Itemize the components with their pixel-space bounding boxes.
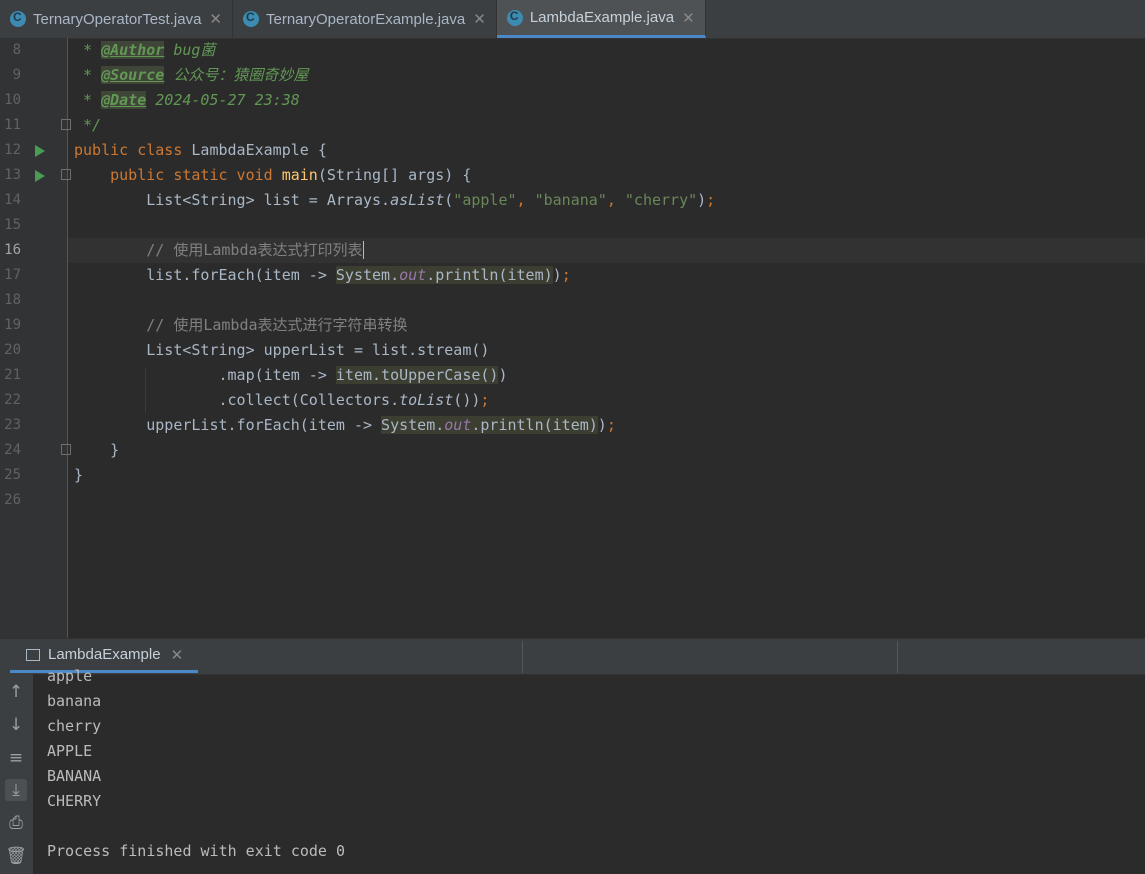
code-line: * @Author bug菌 [74, 41, 216, 59]
line-number: 25 [4, 467, 21, 483]
code-line: .map(item -> item.toUpperCase()) [74, 366, 508, 384]
tab-ternary-operator-test[interactable]: TernaryOperatorTest.java ✕ [0, 0, 233, 38]
doc-value: 公众号：猿圈奇妙屋 [173, 66, 309, 84]
line-number: 26 [4, 492, 21, 508]
code-line: List<String> upperList = list.stream() [74, 341, 490, 359]
comment: // 使用Lambda表达式打印列表 [146, 241, 363, 259]
tab-label: LambdaExample.java [529, 9, 675, 26]
code-line: upperList.forEach(item -> System.out.pri… [74, 416, 616, 434]
string-literal: "banana" [534, 191, 607, 209]
run-arrow-icon[interactable] [35, 145, 45, 157]
code-line: public static void main(String[] args) { [110, 166, 472, 184]
code-line: * @Date 2024-05-27 23:38 [74, 91, 300, 109]
line-number: 12 [4, 142, 21, 158]
line-number: 20 [4, 342, 21, 358]
line-number: 9 [12, 67, 21, 83]
line-number: 17 [4, 267, 21, 283]
soft-wrap-icon[interactable]: ≡ [5, 747, 27, 769]
java-class-icon [242, 10, 259, 27]
code-line: List<String> list = Arrays.asList("apple… [74, 191, 716, 209]
comment-end: */ [83, 116, 102, 134]
run-tab-label: LambdaExample [48, 646, 161, 663]
line-number-current: 16 [4, 242, 21, 258]
close-icon[interactable]: ✕ [171, 646, 184, 664]
print-icon[interactable]: ⎙ [5, 812, 27, 834]
code-line-current: // 使用Lambda表达式打印列表 [74, 238, 364, 263]
code-line: list.forEach(item -> System.out.println(… [74, 266, 571, 284]
line-number: 14 [4, 192, 21, 208]
run-arrow-icon[interactable] [35, 170, 45, 182]
doc-tag: @Author [101, 41, 165, 59]
tab-ternary-operator-example[interactable]: TernaryOperatorExample.java ✕ [233, 0, 497, 38]
line-number: 11 [4, 117, 21, 133]
line-number: 13 [4, 167, 21, 183]
code-line: * @Source 公众号：猿圈奇妙屋 [74, 66, 309, 84]
doc-tag: @Date [101, 91, 147, 109]
doc-tag: @Source [101, 66, 165, 84]
close-icon[interactable]: ✕ [473, 10, 486, 28]
down-arrow-icon[interactable]: ↓ [5, 714, 27, 736]
console-output-line: banana [47, 692, 102, 710]
console-exit-line: Process finished with exit code 0 [47, 842, 346, 860]
doc-value: 2024-05-27 23:38 [155, 91, 300, 109]
line-number: 15 [4, 217, 21, 233]
code-line: // 使用Lambda表达式进行字符串转换 [74, 313, 408, 338]
line-number: 18 [4, 292, 21, 308]
close-icon[interactable]: ✕ [682, 9, 695, 27]
java-class-icon [506, 9, 523, 26]
console-output-line: CHERRY [47, 792, 102, 810]
editor-tab-bar: TernaryOperatorTest.java ✕ TernaryOperat… [0, 0, 1145, 39]
code-line: */ [74, 113, 101, 138]
line-number: 23 [4, 417, 21, 433]
run-tool-header: LambdaExample ✕ [0, 638, 1145, 675]
line-number: 10 [4, 92, 21, 108]
console-icon [26, 648, 40, 661]
console-output-line: BANANA [47, 767, 102, 785]
line-number: 21 [4, 367, 21, 383]
run-tool-window: LambdaExample ✕ ↑ ↓ ≡ ⤓ ⎙ 🗑 apple banana… [0, 638, 1145, 874]
console-output-line: cherry [47, 717, 102, 735]
console-output-line: apple [47, 667, 93, 685]
run-sidebar: ↑ ↓ ≡ ⤓ ⎙ 🗑 [0, 674, 33, 874]
trash-icon[interactable]: 🗑 [5, 845, 27, 867]
line-number: 19 [4, 317, 21, 333]
close-icon[interactable]: ✕ [209, 10, 222, 28]
scroll-to-end-icon[interactable]: ⤓ [5, 779, 27, 801]
code-editor[interactable]: * @Author bug菌 * @Source 公众号：猿圈奇妙屋 * @Da… [68, 38, 1145, 638]
code-line: } [74, 441, 120, 459]
line-number: 8 [12, 42, 21, 58]
line-number: 22 [4, 392, 21, 408]
tab-lambda-example[interactable]: LambdaExample.java ✕ [496, 0, 706, 38]
string-literal: "apple" [453, 191, 517, 209]
divider [897, 641, 898, 673]
line-number: 24 [4, 442, 21, 458]
doc-value: bug菌 [173, 41, 216, 59]
method-name: main [281, 166, 318, 184]
tab-label: TernaryOperatorTest.java [33, 10, 202, 28]
run-tab-lambda-example[interactable]: LambdaExample ✕ [10, 639, 198, 673]
tab-label: TernaryOperatorExample.java [265, 10, 466, 28]
code-line: public class LambdaExample { [74, 141, 327, 159]
console-output-line: APPLE [47, 742, 93, 760]
code-line: .collect(Collectors.toList()); [74, 391, 490, 409]
divider [522, 641, 523, 673]
comment: // 使用Lambda表达式进行字符串转换 [146, 316, 408, 334]
string-literal: "cherry" [624, 191, 698, 209]
up-arrow-icon[interactable]: ↑ [5, 681, 27, 703]
class-name: LambdaExample [191, 141, 309, 159]
code-line: } [74, 466, 84, 484]
java-class-icon [10, 10, 26, 27]
